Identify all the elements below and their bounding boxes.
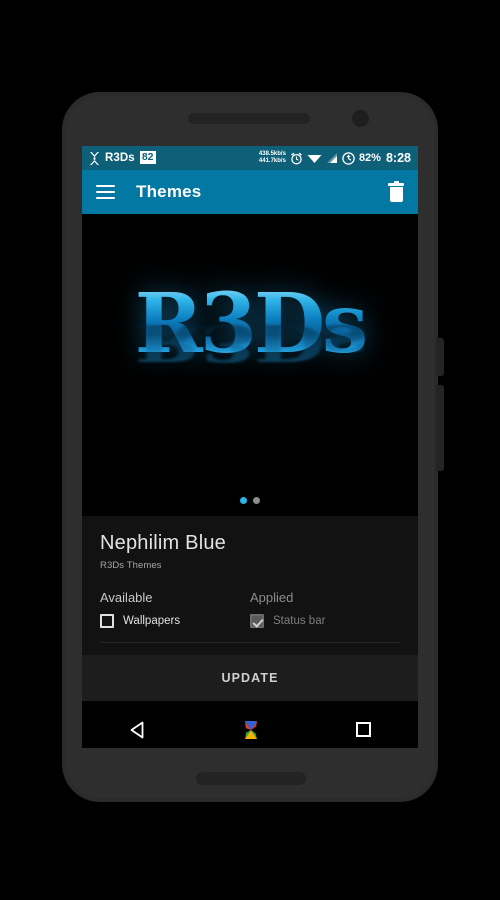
status-bar-label: Status bar xyxy=(273,615,326,627)
available-column: Available Wallpapers xyxy=(100,590,250,628)
trash-lid xyxy=(388,182,404,186)
trash-body xyxy=(389,186,403,202)
status-bar-left: R3Ds 82 xyxy=(89,151,156,165)
x-logo-icon xyxy=(90,151,99,165)
trash-icon[interactable] xyxy=(388,180,404,202)
status-badge: 82 xyxy=(139,151,156,165)
status-bar-checkbox xyxy=(250,614,264,628)
hamburger-menu-icon[interactable] xyxy=(96,185,115,199)
page-title: Themes xyxy=(136,182,202,201)
power-button[interactable] xyxy=(436,338,444,376)
battery-percent: 82% xyxy=(358,152,381,164)
front-camera xyxy=(352,110,369,127)
home-colorful-icon[interactable] xyxy=(241,719,261,741)
hamburger-line xyxy=(96,191,115,193)
wallpapers-checkbox[interactable] xyxy=(100,614,114,628)
phone-screen: R3Ds 82 438.5kb/s 441.7kb/s 82% 8:28 The… xyxy=(82,146,418,748)
app-bar: Themes xyxy=(82,170,418,214)
theme-info-panel: Nephilim Blue R3Ds Themes Available Wall… xyxy=(82,516,418,655)
wifi-icon xyxy=(307,155,322,163)
network-up-speed: 441.7kb/s xyxy=(258,158,286,164)
update-button[interactable]: UPDATE xyxy=(82,655,418,701)
recents-square-icon[interactable] xyxy=(355,722,371,737)
checkbox-row-status-bar: Status bar xyxy=(250,614,400,628)
theme-preview-carousel[interactable]: R3Ds R3Ds xyxy=(82,214,418,516)
section-divider xyxy=(100,642,400,643)
options-columns: Available Wallpapers Applied Status bar xyxy=(100,590,400,628)
alarm-clock-icon xyxy=(291,152,302,164)
network-down-speed: 438.5kb/s xyxy=(258,151,286,157)
hamburger-line xyxy=(96,185,115,187)
back-triangle-icon[interactable] xyxy=(129,721,146,739)
checkbox-row-wallpapers[interactable]: Wallpapers xyxy=(100,614,250,628)
network-speed: 438.5kb/s 441.7kb/s xyxy=(259,151,286,165)
status-bar: R3Ds 82 438.5kb/s 441.7kb/s 82% 8:28 xyxy=(82,146,418,170)
applied-header: Applied xyxy=(250,590,294,605)
status-bar-right: 438.5kb/s 441.7kb/s 82% 8:28 xyxy=(259,151,411,165)
volume-button[interactable] xyxy=(436,385,444,471)
wallpapers-label: Wallpapers xyxy=(123,615,181,627)
cell-signal-icon xyxy=(326,153,337,163)
update-button-label: UPDATE xyxy=(221,671,279,685)
carousel-dots xyxy=(82,497,418,504)
earpiece-speaker xyxy=(188,113,310,124)
carousel-dot[interactable] xyxy=(253,497,260,504)
preview-logo-reflection: R3Ds xyxy=(82,313,418,373)
status-clock: 8:28 xyxy=(385,151,411,165)
hamburger-line xyxy=(96,197,115,199)
applied-column: Applied Status bar xyxy=(250,590,400,628)
available-header: Available xyxy=(100,590,153,605)
sync-circle-icon xyxy=(342,151,355,165)
bottom-speaker xyxy=(196,772,306,785)
carousel-dot-active[interactable] xyxy=(240,497,247,504)
screenshot-root: R3Ds 82 438.5kb/s 441.7kb/s 82% 8:28 The… xyxy=(0,0,500,900)
status-app-name: R3Ds xyxy=(105,152,135,164)
android-nav-bar xyxy=(82,711,418,748)
theme-name: Nephilim Blue xyxy=(100,532,226,554)
preview-image: R3Ds R3Ds xyxy=(82,283,418,444)
theme-author: R3Ds Themes xyxy=(100,560,162,571)
